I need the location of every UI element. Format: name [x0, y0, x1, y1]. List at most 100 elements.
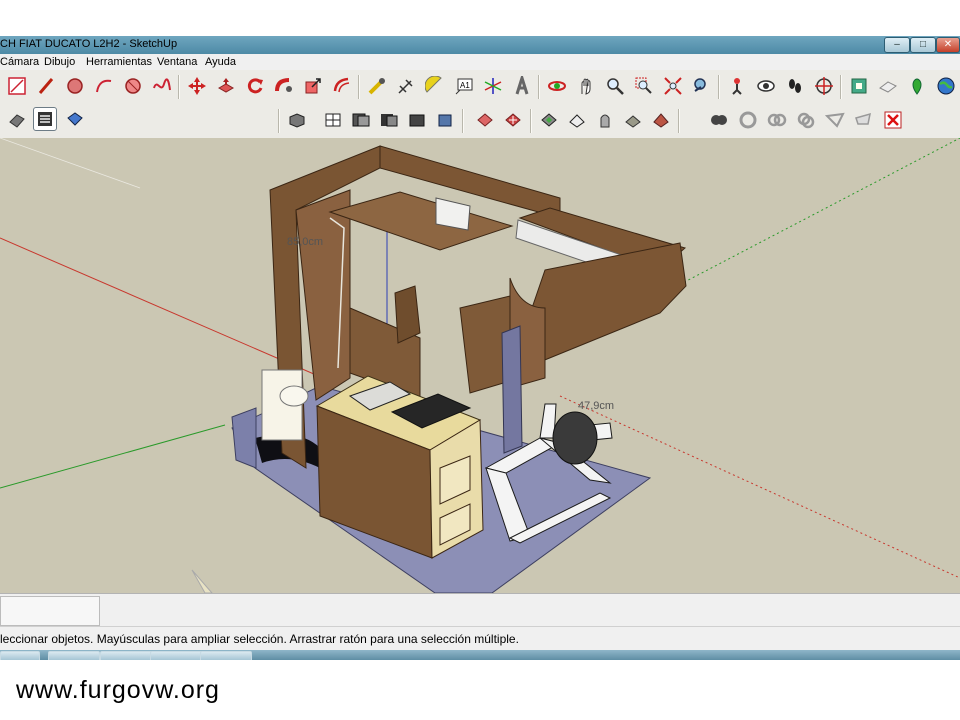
maximize-button[interactable]: □: [910, 37, 936, 53]
green-axis: [0, 424, 226, 489]
orbit-icon[interactable]: [546, 75, 568, 97]
svg-text:A1: A1: [460, 81, 470, 90]
back-view-icon[interactable]: [406, 109, 428, 131]
toolbar-separator: [840, 75, 842, 99]
wireframe-icon[interactable]: [566, 109, 588, 131]
section-fill-icon[interactable]: [502, 109, 524, 131]
look-around-icon[interactable]: [755, 75, 777, 97]
taskbar-item[interactable]: [150, 651, 202, 660]
position-camera-icon[interactable]: [726, 75, 748, 97]
component-icon[interactable]: [33, 107, 57, 131]
blue-post: [501, 325, 523, 454]
select-icon[interactable]: [6, 109, 28, 131]
3d-text-icon[interactable]: [511, 75, 533, 97]
sketchup-screenshot: CH FIAT DUCATO L2H2 - SketchUp – □ ✕ Cám…: [0, 36, 960, 660]
push-pull-icon[interactable]: [215, 75, 237, 97]
site-watermark: www.furgovw.org: [16, 676, 220, 704]
union-icon[interactable]: [708, 109, 730, 131]
walk-icon[interactable]: [784, 75, 806, 97]
line-tool-icon[interactable]: [6, 75, 28, 97]
main-toolbar: A1: [0, 70, 960, 105]
right-view-icon[interactable]: [378, 109, 400, 131]
toolbar-separator: [462, 109, 464, 133]
freehand-icon[interactable]: [151, 75, 173, 97]
section-plane-icon[interactable]: [813, 75, 835, 97]
start-button[interactable]: [0, 651, 40, 660]
drawing-viewport[interactable]: 85,0cm 47,9cm: [0, 138, 960, 593]
text-icon[interactable]: A1: [453, 75, 475, 97]
previous-view-icon[interactable]: [691, 75, 713, 97]
seat-tank: [552, 411, 598, 465]
toolbar-separator: [718, 75, 720, 99]
secondary-toolbar: [0, 104, 960, 139]
google-earth-icon[interactable]: [935, 75, 957, 97]
offset-icon[interactable]: [331, 75, 353, 97]
hidden-line-icon[interactable]: [594, 109, 616, 131]
pan-icon[interactable]: [575, 75, 597, 97]
zoom-icon[interactable]: [604, 75, 626, 97]
xray-icon[interactable]: [538, 109, 560, 131]
windows-taskbar: [0, 650, 960, 660]
toolbar-separator: [278, 109, 280, 133]
shaded-icon[interactable]: [622, 109, 644, 131]
tape-measure-icon[interactable]: [366, 75, 388, 97]
model-canvas: [0, 138, 960, 593]
delete-icon[interactable]: [882, 109, 904, 131]
menu-herramientas[interactable]: Herramientas: [86, 56, 152, 68]
top-view-icon[interactable]: [322, 109, 344, 131]
zoom-extents-icon[interactable]: [662, 75, 684, 97]
protractor-icon[interactable]: [424, 75, 446, 97]
add-location-icon[interactable]: [906, 75, 928, 97]
minimize-button[interactable]: –: [884, 37, 910, 53]
intersect-icon[interactable]: [737, 109, 759, 131]
trim-icon[interactable]: [795, 109, 817, 131]
menu-ayuda[interactable]: Ayuda: [205, 56, 236, 68]
toolbar-separator: [358, 75, 360, 99]
left-bench: [231, 407, 257, 469]
warehouse-icon[interactable]: [848, 75, 870, 97]
front-view-icon[interactable]: [350, 109, 372, 131]
zoom-window-icon[interactable]: [633, 75, 655, 97]
left-view-icon[interactable]: [434, 109, 456, 131]
toilet-lid: [279, 385, 309, 407]
follow-me-icon[interactable]: [273, 75, 295, 97]
toolbar-separator: [538, 75, 540, 99]
window-title: CH FIAT DUCATO L2H2 - SketchUp: [0, 38, 178, 50]
axes-icon[interactable]: [482, 75, 504, 97]
guide-line: [0, 138, 141, 189]
menu-bar: Cámara Dibujo Herramientas Ventana Ayuda: [0, 54, 960, 70]
circle-icon[interactable]: [64, 75, 86, 97]
taskbar-item[interactable]: [100, 651, 152, 660]
measurements-box[interactable]: [0, 596, 100, 626]
status-bar: leccionar objetos. Mayúsculas para ampli…: [0, 626, 960, 651]
pencil-icon[interactable]: [35, 75, 57, 97]
status-panel: [0, 593, 960, 627]
rotate-icon[interactable]: [244, 75, 266, 97]
dimension-label-height: 85,0cm: [287, 236, 324, 248]
section-cut-icon[interactable]: [474, 109, 496, 131]
outer-shell-icon[interactable]: [853, 109, 875, 131]
taskbar-item[interactable]: [200, 651, 252, 660]
dimension-label-depth: 47,9cm: [578, 400, 615, 412]
scale-icon[interactable]: [302, 75, 324, 97]
split-icon[interactable]: [824, 109, 846, 131]
shaded-texture-icon[interactable]: [650, 109, 672, 131]
taskbar-item[interactable]: [48, 651, 100, 660]
iso-view-icon[interactable]: [286, 109, 308, 131]
floor-fragment: [191, 569, 213, 593]
paint-bucket-icon[interactable]: [64, 109, 86, 131]
left-inner-panel: [295, 189, 351, 401]
arc-icon[interactable]: [93, 75, 115, 97]
menu-camara[interactable]: Cámara: [0, 56, 39, 68]
wall-shelf: [328, 191, 514, 251]
sandbox-icon[interactable]: [877, 75, 899, 97]
dimension-icon[interactable]: [395, 75, 417, 97]
divider-post: [394, 285, 421, 344]
menu-ventana[interactable]: Ventana: [157, 56, 197, 68]
close-button[interactable]: ✕: [936, 37, 960, 53]
menu-dibujo[interactable]: Dibujo: [44, 56, 75, 68]
toolbar-separator: [178, 75, 180, 99]
polygon-icon[interactable]: [122, 75, 144, 97]
subtract-icon[interactable]: [766, 109, 788, 131]
move-icon[interactable]: [186, 75, 208, 97]
